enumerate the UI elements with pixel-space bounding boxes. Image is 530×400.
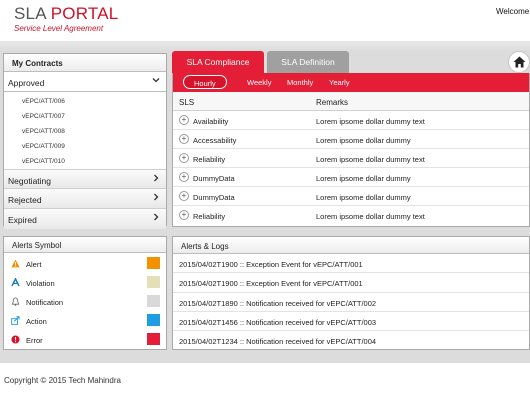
table-row: + Reliability Lorem ipsome dollar dummy … [173, 206, 529, 225]
legend-notification: Notification [4, 292, 166, 311]
legend-notification-label: Notification [26, 298, 64, 307]
legend-notification-swatch [147, 295, 160, 307]
sls-remark: Lorem ipsome dollar dummy text [316, 212, 425, 221]
legend-error-label: Error [26, 336, 43, 345]
legend-alert-swatch [147, 257, 160, 269]
sls-remark: Lorem ipsome dollar dummy text [316, 155, 425, 164]
logo-title: SLA PORTAL [14, 5, 118, 23]
accordion-rejected-label: Rejected [8, 195, 42, 205]
table-row: + Accessability Lorem ipsome dollar dumm… [173, 130, 529, 149]
bell-icon [11, 297, 20, 306]
log-entry[interactable]: 2015/04/02T1890 :: Notification received… [173, 293, 529, 312]
sls-name: Availability [193, 117, 229, 126]
copyright-text: Copyright © 2015 Tech Mahindra [4, 376, 121, 385]
table-row: + DummyData Lorem ipsome dollar dummy [173, 187, 529, 206]
col-header-remarks: Remarks [316, 98, 349, 107]
accordion-approved[interactable]: Approved [4, 72, 166, 92]
tab-sla-compliance[interactable]: SLA Compliance [172, 51, 264, 73]
table-row: + DummyData Lorem ipsome dollar dummy [173, 168, 529, 187]
chevron-right-icon [152, 213, 160, 224]
expand-plus-icon[interactable]: + [179, 134, 189, 144]
sls-remark: Lorem ipsome dollar dummy [316, 193, 411, 202]
chevron-right-icon [152, 174, 160, 185]
sls-name: Reliability [193, 155, 226, 164]
main-tab-bar: SLA Compliance SLA Definition [172, 51, 530, 74]
legend-alert: Alert [4, 254, 166, 273]
sls-name: Accessability [193, 136, 237, 145]
accordion-negotiating-label: Negotiating [8, 176, 52, 186]
sls-remark: Lorem ipsome dollar dummy text [316, 117, 425, 126]
app-footer: Copyright © 2015 Tech Mahindra [0, 363, 530, 400]
legend-action: Action [4, 311, 166, 330]
logo-portal-text: PORTAL [50, 4, 119, 23]
contract-item[interactable]: vEPC/ATT/009 [4, 139, 166, 154]
log-entry[interactable]: 2015/04/02T1456 :: Notification received… [173, 312, 529, 332]
alerts-symbol-title: Alerts Symbol [4, 237, 166, 253]
violation-icon [11, 278, 20, 287]
error-circle-icon [11, 335, 20, 344]
subtab-hourly[interactable]: Hourly [183, 75, 227, 89]
legend-violation-swatch [147, 276, 160, 288]
logo[interactable]: SLA PORTAL Service Level Agreement [14, 5, 118, 34]
home-button[interactable] [508, 51, 530, 73]
accordion-expired-label: Expired [8, 215, 37, 225]
legend-error-swatch [147, 333, 160, 345]
contract-item[interactable]: vEPC/ATT/008 [4, 124, 166, 139]
expand-plus-icon[interactable]: + [179, 210, 189, 220]
accordion-negotiating[interactable]: Negotiating [4, 169, 166, 189]
welcome-text: Welcome ! [496, 7, 530, 16]
col-header-sls: SLS [179, 98, 195, 107]
action-share-icon [11, 316, 20, 325]
contract-item[interactable]: vEPC/ATT/010 [4, 154, 166, 169]
sla-compliance-panel: Hourly Weekly Monthly Yearly SLS Remarks… [172, 73, 530, 227]
sls-table-header: SLS Remarks [173, 92, 529, 111]
legend-error: Error [4, 330, 166, 349]
contract-item[interactable]: vEPC/ATT/006 [4, 94, 166, 109]
alerts-symbol-panel: Alerts Symbol Alert Violation Notificati… [3, 236, 167, 350]
subtab-yearly[interactable]: Yearly [329, 78, 350, 87]
tab-sla-definition[interactable]: SLA Definition [267, 51, 349, 73]
alerts-logs-title: Alerts & Logs [173, 237, 529, 254]
expand-plus-icon[interactable]: + [179, 115, 189, 125]
sls-name: DummyData [193, 193, 235, 202]
expand-plus-icon[interactable]: + [179, 172, 189, 182]
sls-name: Reliability [193, 212, 226, 221]
my-contracts-title: My Contracts [4, 54, 166, 72]
legend-action-swatch [147, 314, 160, 326]
period-subtabs: Hourly Weekly Monthly Yearly [173, 73, 529, 92]
subtab-monthly[interactable]: Monthly [287, 78, 313, 87]
log-entry[interactable]: 2015/04/02T1900 :: Exception Event for v… [173, 254, 529, 274]
legend-action-label: Action [26, 317, 47, 326]
legend-alert-label: Alert [26, 260, 42, 269]
sls-name: DummyData [193, 174, 235, 183]
table-row: + Availability Lorem ipsome dollar dummy… [173, 111, 529, 130]
expand-plus-icon[interactable]: + [179, 191, 189, 201]
accordion-approved-label: Approved [8, 78, 45, 88]
log-entry[interactable]: 2015/04/02T1234 :: Notification received… [173, 331, 529, 350]
chevron-right-icon [152, 193, 160, 204]
warning-triangle-icon [11, 259, 20, 268]
table-row: + Reliability Lorem ipsome dollar dummy … [173, 149, 529, 168]
logo-subtitle: Service Level Agreement [14, 24, 104, 33]
log-entry[interactable]: 2015/04/02T1900 :: Exception Event for v… [173, 273, 529, 293]
chevron-down-icon [152, 76, 160, 87]
accordion-rejected[interactable]: Rejected [4, 189, 166, 209]
accordion-expired[interactable]: Expired [4, 209, 166, 229]
subtab-weekly[interactable]: Weekly [247, 78, 271, 87]
app-header: SLA PORTAL Service Level Agreement Welco… [0, 0, 530, 41]
sls-remark: Lorem ipsome dollar dummy [316, 174, 411, 183]
alerts-logs-panel: Alerts & Logs 2015/04/02T1900 :: Excepti… [172, 236, 530, 350]
contract-item[interactable]: vEPC/ATT/007 [4, 109, 166, 124]
expand-plus-icon[interactable]: + [179, 153, 189, 163]
my-contracts-panel: My Contracts Approved vEPC/ATT/006 vEPC/… [3, 53, 167, 229]
logo-sla-text: SLA [14, 4, 46, 23]
approved-contract-list: vEPC/ATT/006 vEPC/ATT/007 vEPC/ATT/008 v… [4, 92, 166, 169]
sls-remark: Lorem ipsome dollar dummy [316, 136, 411, 145]
legend-violation: Violation [4, 273, 166, 292]
legend-violation-label: Violation [26, 279, 55, 288]
home-icon [513, 56, 526, 68]
